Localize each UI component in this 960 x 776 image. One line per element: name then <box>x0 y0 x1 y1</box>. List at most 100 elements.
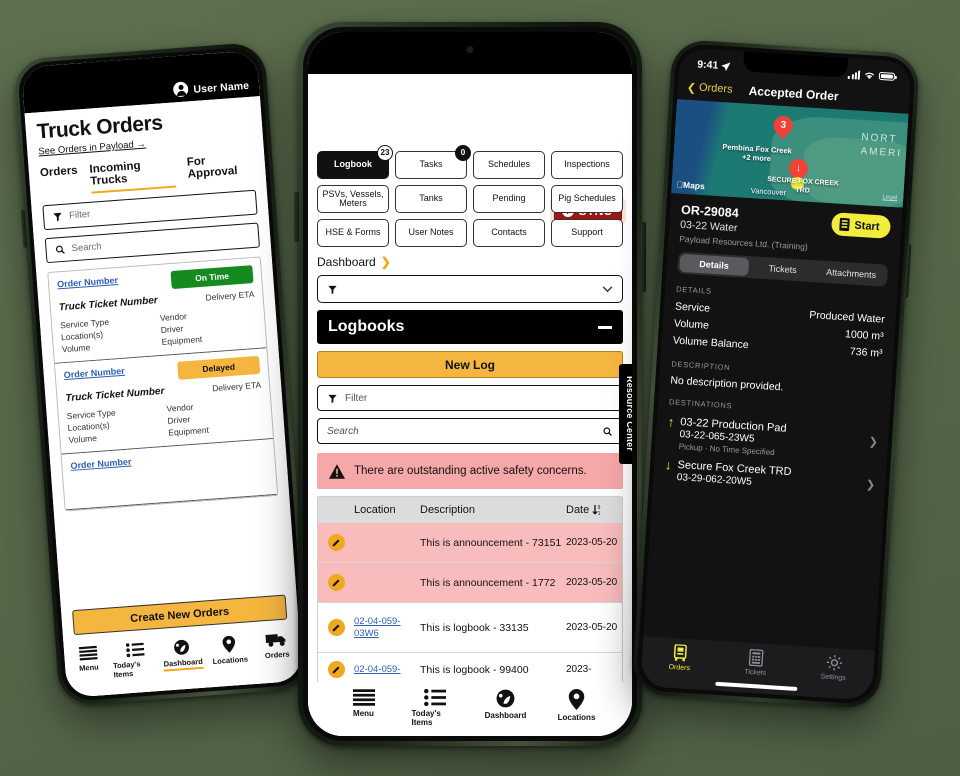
nav-dashboard[interactable]: Dashboard <box>159 638 207 672</box>
segment-details[interactable]: Details <box>679 253 749 277</box>
col-location[interactable]: Location <box>354 504 420 516</box>
nav-menu[interactable]: Menu <box>64 645 112 674</box>
search-icon <box>603 426 612 436</box>
status-bar-area <box>308 32 632 74</box>
map-continent-label: NORT AMERI <box>860 131 903 159</box>
tile-inspections[interactable]: Inspections <box>551 151 623 179</box>
status-time: 9:41 <box>697 58 731 72</box>
table-row[interactable]: 02-04-059-03W6 This is logbook - 33135 2… <box>318 603 622 653</box>
battery-icon <box>878 71 896 81</box>
tab-incoming-trucks[interactable]: Incoming Trucks <box>89 157 177 194</box>
gear-icon <box>826 655 842 671</box>
tab-orders[interactable]: Orders <box>40 165 79 184</box>
col-date[interactable]: Date 91 <box>566 504 622 516</box>
logbooks-section-header[interactable]: Logbooks <box>317 310 623 344</box>
tile-user-notes[interactable]: User Notes <box>395 219 467 247</box>
map-legal-link[interactable]: Legal <box>882 194 897 201</box>
row-description: This is logbook - 33135 <box>420 621 529 634</box>
row-edit-cell[interactable] <box>318 574 354 591</box>
segment-attachments[interactable]: Attachments <box>816 262 886 284</box>
nav-menu[interactable]: Menu <box>341 689 387 718</box>
tile-contacts[interactable]: Contacts <box>473 219 545 247</box>
new-log-button[interactable]: New Log <box>317 351 623 378</box>
row-location[interactable]: 02-04-059- <box>354 664 420 676</box>
tile-psvs-vessels-meters[interactable]: PSVs, Vessels, Meters <box>317 185 389 213</box>
order-number-link[interactable]: Order Number <box>63 366 125 380</box>
order-number-link[interactable]: Order Number <box>70 456 132 470</box>
start-button[interactable]: Start <box>830 212 892 239</box>
segment-tickets[interactable]: Tickets <box>748 258 818 280</box>
nav-locations-label: Locations <box>557 713 596 722</box>
edit-pencil-icon[interactable] <box>327 619 345 636</box>
nav-locations-label: Locations <box>212 654 249 667</box>
resource-center-tab[interactable]: Resource Center <box>619 364 632 464</box>
chevron-right-icon[interactable]: ❯ <box>866 478 876 492</box>
detail-key: Service <box>674 300 711 315</box>
tile-schedules[interactable]: Schedules <box>473 151 545 179</box>
filter-select[interactable] <box>317 275 623 303</box>
tile-tasks[interactable]: Tasks 0 <box>395 145 471 179</box>
tile-support[interactable]: Support <box>551 219 623 247</box>
nav-todays-items-label: Today's Items <box>411 709 441 727</box>
orders-card-list: Order Number On Time Truck Ticket Number… <box>47 256 279 512</box>
table-row[interactable]: This is announcement - 73151 2023-05-20 <box>318 523 622 563</box>
order-number-link[interactable]: Order Number <box>57 275 119 289</box>
nav-dashboard[interactable]: Dashboard <box>483 689 529 720</box>
resource-center-label: Resource Center <box>625 376 632 452</box>
user-avatar-icon[interactable] <box>172 81 189 98</box>
filter-icon <box>328 394 337 403</box>
up-arrow-icon: ↑ <box>667 414 675 430</box>
row-date: 2023- <box>566 663 592 675</box>
order-card[interactable]: Order Number On Time Truck Ticket Number… <box>48 257 267 364</box>
tab-orders[interactable]: Orders <box>667 644 691 689</box>
tile-hse-forms[interactable]: HSE & Forms <box>317 219 389 247</box>
search-input[interactable]: Search <box>44 222 260 264</box>
dashboard-breadcrumb[interactable]: Dashboard ❯ <box>317 255 623 269</box>
user-name-label: User Name <box>193 79 250 96</box>
power-button[interactable] <box>641 222 646 292</box>
nav-locations[interactable]: Locations <box>206 634 254 666</box>
camera-icon <box>466 46 474 53</box>
nav-todays-items[interactable]: Today's Items <box>412 689 458 727</box>
destination-text: 03-22 Production Pad 03-22-065-23W5 Pick… <box>678 416 786 458</box>
tile-pending[interactable]: Pending <box>473 185 545 213</box>
right-tab-bar: Orders Tickets Settings <box>640 636 875 701</box>
chevron-right-icon[interactable]: ❯ <box>868 435 878 449</box>
logbooks-search-input[interactable]: Search <box>317 418 623 444</box>
col-description[interactable]: Description <box>420 504 566 516</box>
left-phone-screen: User Name Truck Orders See Orders in Pay… <box>21 50 303 698</box>
table-row[interactable]: This is announcement - 1772 2023-05-20 <box>318 563 622 603</box>
tile-tanks[interactable]: Tanks <box>395 185 467 213</box>
tab-for-approval[interactable]: For Approval <box>186 152 255 185</box>
edit-pencil-icon[interactable] <box>327 574 345 591</box>
row-edit-cell[interactable] <box>318 534 354 551</box>
back-label: Orders <box>698 81 733 96</box>
tile-label: Pig Schedules <box>558 193 616 204</box>
row-date: 2023-05-20 <box>566 621 618 633</box>
order-map[interactable]: NORT AMERI 3 Pembina Fox Creek +2 more ↓ … <box>671 99 909 208</box>
order-card[interactable]: Order Number Delayed Truck Ticket Number… <box>54 348 274 455</box>
back-to-orders-button[interactable]: ❮ Orders <box>686 80 733 96</box>
status-time-label: 9:41 <box>696 58 719 72</box>
tile-logbook[interactable]: Logbook 23 <box>317 145 393 179</box>
volume-button[interactable] <box>294 192 299 242</box>
collapse-icon[interactable] <box>598 325 612 329</box>
hamburger-menu-icon <box>352 689 375 706</box>
tile-label: User Notes <box>408 227 454 238</box>
nav-locations[interactable]: Locations <box>554 689 600 722</box>
row-location[interactable]: 02-04-059-03W6 <box>354 616 420 640</box>
tab-settings[interactable]: Settings <box>819 653 847 699</box>
row-edit-cell[interactable] <box>318 661 354 678</box>
tile-pig-schedules[interactable]: Pig Schedules <box>551 185 623 213</box>
edit-pencil-icon[interactable] <box>327 534 345 551</box>
apple-maps-logo: Maps <box>676 179 705 191</box>
phone-inner: 9:41 ❮ Orders Accepted Order NORT AMERI … <box>635 43 917 705</box>
row-edit-cell[interactable] <box>318 619 354 636</box>
logbooks-filter-input[interactable]: Filter <box>317 385 623 411</box>
safety-alert-text: There are outstanding active safety conc… <box>354 465 587 477</box>
truck-ticket-number: Truck Ticket Number <box>58 295 159 314</box>
nav-todays-items[interactable]: Today's Items <box>111 641 159 679</box>
edit-pencil-icon[interactable] <box>327 661 345 678</box>
nav-orders[interactable]: Orders <box>253 631 301 661</box>
filter-placeholder: Filter <box>345 392 368 404</box>
